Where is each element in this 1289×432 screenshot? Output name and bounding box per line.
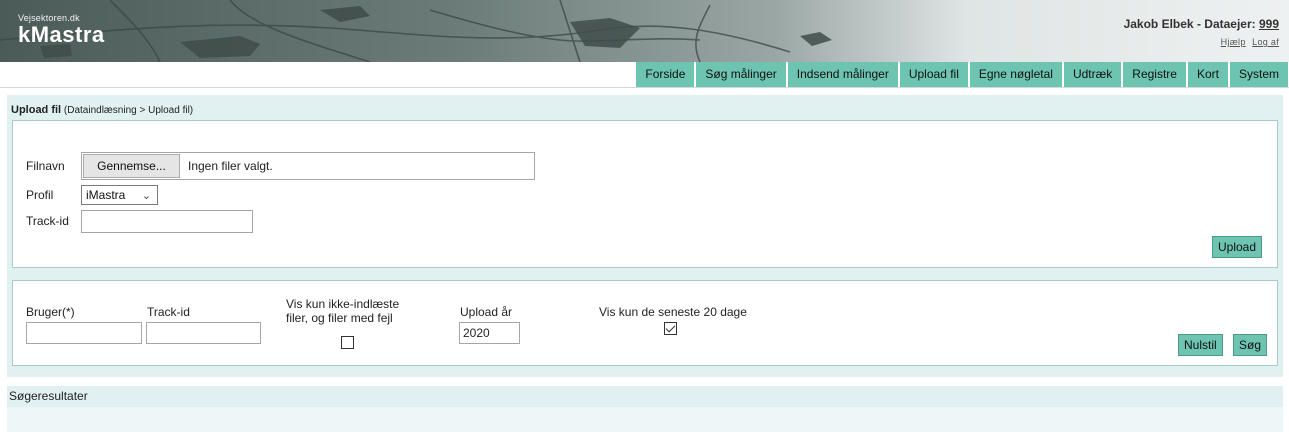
user-info: Jakob Elbek - Dataejer: 999: [1124, 17, 1279, 31]
page-title: Upload fil (Dataindlæsning > Upload fil): [11, 104, 193, 116]
header: Vejsektoren.dk kMastra Jakob Elbek - Dat…: [0, 0, 1289, 62]
search-user-label: Bruger(*): [26, 305, 75, 319]
upload-trackid-label: Track-id: [26, 214, 69, 228]
nav-item-forside[interactable]: Forside: [636, 62, 695, 87]
recent-days-checkbox[interactable]: [664, 322, 677, 335]
nav-item-registre[interactable]: Registre: [1123, 62, 1186, 87]
header-map-banner: [0, 0, 1289, 62]
file-input[interactable]: Gennemse... Ingen filer valgt.: [81, 152, 535, 180]
profile-select[interactable]: iMastra ⌄: [81, 185, 158, 205]
user-box: Jakob Elbek - Dataejer: 999 Hjælp Log af: [1124, 17, 1279, 47]
search-button[interactable]: Søg: [1233, 334, 1268, 356]
user-links: Hjælp Log af: [1124, 37, 1279, 47]
logout-link[interactable]: Log af: [1252, 37, 1279, 47]
profile-label: Profil: [26, 188, 54, 202]
upload-year-input[interactable]: [459, 322, 520, 344]
upload-trackid-input[interactable]: [81, 210, 253, 233]
not-loaded-label-line2: filer, og filer med fejl: [286, 311, 393, 325]
brand-logo-text: kMastra: [18, 22, 105, 47]
nav-item-udtraek[interactable]: Udtræk: [1063, 62, 1122, 87]
search-user-input[interactable]: [26, 322, 142, 344]
browse-button[interactable]: Gennemse...: [83, 154, 180, 178]
search-trackid-input[interactable]: [146, 322, 261, 344]
brand[interactable]: Vejsektoren.dk kMastra: [18, 13, 105, 47]
upload-button[interactable]: Upload: [1212, 236, 1263, 258]
nav-item-indsend-maalinger[interactable]: Indsend målinger: [787, 62, 898, 87]
nav-item-upload-fil[interactable]: Upload fil: [899, 62, 968, 87]
recent-days-label: Vis kun de seneste 20 dage: [599, 305, 747, 319]
file-status: Ingen filer valgt.: [188, 159, 273, 173]
results-header: [7, 386, 1283, 407]
upload-form-box: [12, 120, 1278, 268]
help-link[interactable]: Hjælp: [1221, 37, 1246, 47]
profile-select-value: iMastra: [86, 188, 126, 202]
chevron-down-icon: ⌄: [141, 190, 151, 202]
nav-item-kort[interactable]: Kort: [1187, 62, 1228, 87]
results-title: Søgeresultater: [9, 389, 88, 403]
not-loaded-label-line1: Vis kun ikke-indlæste: [286, 297, 400, 311]
nav-item-soeg-maalinger[interactable]: Søg målinger: [696, 62, 786, 87]
search-trackid-label: Track-id: [147, 305, 190, 319]
data-owner-link[interactable]: 999: [1259, 17, 1279, 31]
breadcrumb: (Dataindlæsning > Upload fil): [63, 105, 194, 116]
results-area: [7, 407, 1283, 432]
reset-button[interactable]: Nulstil: [1178, 334, 1223, 356]
page-title-text: Upload fil: [11, 104, 62, 116]
user-name: Jakob Elbek - Dataejer:: [1123, 17, 1259, 31]
nav-divider: [0, 87, 1289, 88]
upload-year-label: Upload år: [460, 305, 513, 319]
not-loaded-checkbox[interactable]: [341, 336, 354, 349]
main-nav: Forside Søg målinger Indsend målinger Up…: [634, 62, 1288, 87]
nav-item-egne-noegletal[interactable]: Egne nøgletal: [969, 62, 1062, 87]
filename-label: Filnavn: [26, 159, 65, 173]
nav-item-system[interactable]: System: [1229, 62, 1288, 87]
